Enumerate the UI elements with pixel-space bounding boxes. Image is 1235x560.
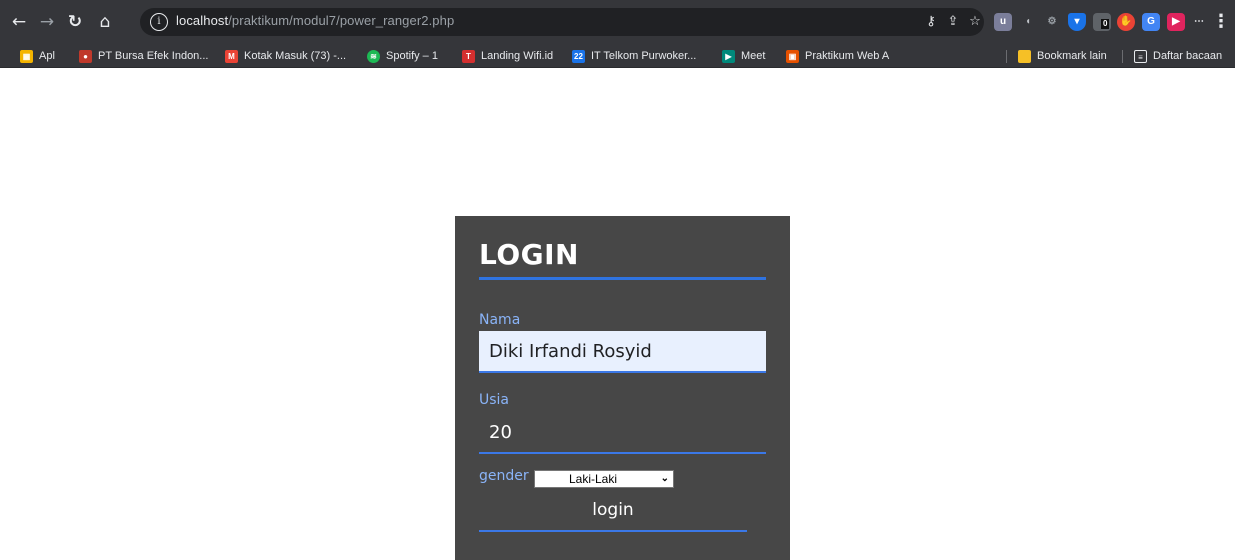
- reading-list-icon: ≡: [1134, 49, 1147, 63]
- more-extension-icon[interactable]: ⋯: [1190, 13, 1208, 31]
- bookmark-wifi-id[interactable]: T Landing Wifi.id: [462, 47, 553, 65]
- bookmark-label: Praktikum Web A: [805, 50, 890, 62]
- usia-input[interactable]: [479, 412, 766, 454]
- settings-extension-icon[interactable]: ⚙: [1043, 13, 1061, 31]
- translate-extension-icon[interactable]: G: [1142, 13, 1160, 31]
- bookmark-label: Kotak Masuk (73) -...: [244, 50, 347, 62]
- bookmark-label: Landing Wifi.id: [481, 50, 554, 62]
- nama-input[interactable]: [479, 331, 766, 373]
- bookmarks-bar: ▦ Apl ● PT Bursa Efek Indon... M Kotak Masu…: [0, 44, 1235, 68]
- url-text[interactable]: localhost/praktikum/modul7/power_ranger2…: [176, 13, 454, 28]
- forward-arrow-icon[interactable]: →: [34, 9, 60, 35]
- nama-label: Nama: [479, 312, 521, 328]
- reload-icon[interactable]: ↻: [62, 9, 88, 35]
- home-icon[interactable]: ⌂: [92, 9, 118, 35]
- address-bar[interactable]: i localhost/praktikum/modul7/power_range…: [140, 8, 984, 36]
- gender-selected-value: Laki-Laki: [569, 472, 618, 486]
- badge-extension-icon[interactable]: 0: [1093, 13, 1111, 31]
- usia-label: Usia: [479, 392, 510, 408]
- bookmark-apps[interactable]: ▦ Apl: [20, 47, 55, 65]
- bookmark-bursa-efek[interactable]: ● PT Bursa Efek Indon...: [79, 47, 208, 65]
- login-card: LOGIN Nama Usia gender Laki-Laki ⌄ login: [455, 216, 790, 560]
- bookmark-star-icon[interactable]: ☆: [966, 13, 984, 31]
- key-icon[interactable]: ⚷: [922, 13, 940, 31]
- bookmark-label: Meet: [741, 50, 766, 62]
- bookmark-meet[interactable]: ▶ Meet: [722, 47, 765, 65]
- bookmark-other-folder[interactable]: Bookmark lain: [1018, 47, 1107, 65]
- reading-list-label: Daftar bacaan: [1153, 50, 1223, 62]
- browser-toolbar: ← → ↻ ⌂ i localhost/praktikum/modul7/pow…: [0, 0, 1235, 44]
- back-arrow-icon[interactable]: ←: [6, 9, 32, 35]
- apps-grid-icon: ▦: [20, 49, 33, 63]
- chrome-menu-icon[interactable]: ⋮: [1212, 10, 1230, 34]
- volume-extension-icon[interactable]: ◖: [1019, 13, 1037, 31]
- bookmark-spotify[interactable]: ≋ Spotify – 1: [367, 47, 438, 65]
- gender-select[interactable]: Laki-Laki ⌄: [534, 470, 674, 488]
- bookmark-ittp[interactable]: 22 IT Telkom Purwoker...: [572, 47, 696, 65]
- bursa-efek-icon: ●: [79, 49, 92, 63]
- reading-list[interactable]: ≡ Daftar bacaan: [1134, 47, 1222, 65]
- shield-extension-icon[interactable]: ▾: [1068, 13, 1086, 31]
- video-extension-icon[interactable]: ▶: [1167, 13, 1185, 31]
- site-info-icon[interactable]: i: [150, 13, 168, 31]
- share-icon[interactable]: ⇪: [944, 13, 962, 31]
- folder-icon: [1018, 49, 1031, 63]
- extension-badge-count: 0: [1101, 19, 1110, 29]
- url-host: localhost: [176, 13, 229, 28]
- bookmark-label: IT Telkom Purwoker...: [591, 50, 697, 62]
- url-path: /praktikum/modul7/power_ranger2.php: [228, 13, 455, 28]
- bookmark-label: Apl: [39, 50, 55, 62]
- chevron-down-icon: ⌄: [660, 473, 669, 484]
- bookmark-separator: [1006, 50, 1007, 63]
- meet-icon: ▶: [722, 49, 735, 63]
- login-title: LOGIN: [479, 238, 579, 271]
- telkom-icon: T: [462, 49, 475, 63]
- gmail-icon: M: [225, 49, 238, 63]
- bookmark-separator: [1122, 50, 1123, 63]
- gender-label: gender: [479, 468, 529, 484]
- classroom-icon: ▣: [786, 49, 799, 63]
- bookmark-praktikum-web[interactable]: ▣ Praktikum Web A: [786, 47, 889, 65]
- login-button[interactable]: login: [479, 496, 747, 532]
- ublock-extension-icon[interactable]: u: [994, 13, 1012, 31]
- calendar-icon: 22: [572, 49, 585, 63]
- stop-extension-icon[interactable]: ✋: [1117, 13, 1135, 31]
- title-underline: [479, 277, 766, 280]
- bookmark-label: PT Bursa Efek Indon...: [98, 50, 209, 62]
- bookmark-gmail[interactable]: M Kotak Masuk (73) -...: [225, 47, 346, 65]
- spotify-icon: ≋: [367, 49, 380, 63]
- bookmark-label: Spotify – 1: [386, 50, 438, 62]
- bookmark-label: Bookmark lain: [1037, 50, 1107, 62]
